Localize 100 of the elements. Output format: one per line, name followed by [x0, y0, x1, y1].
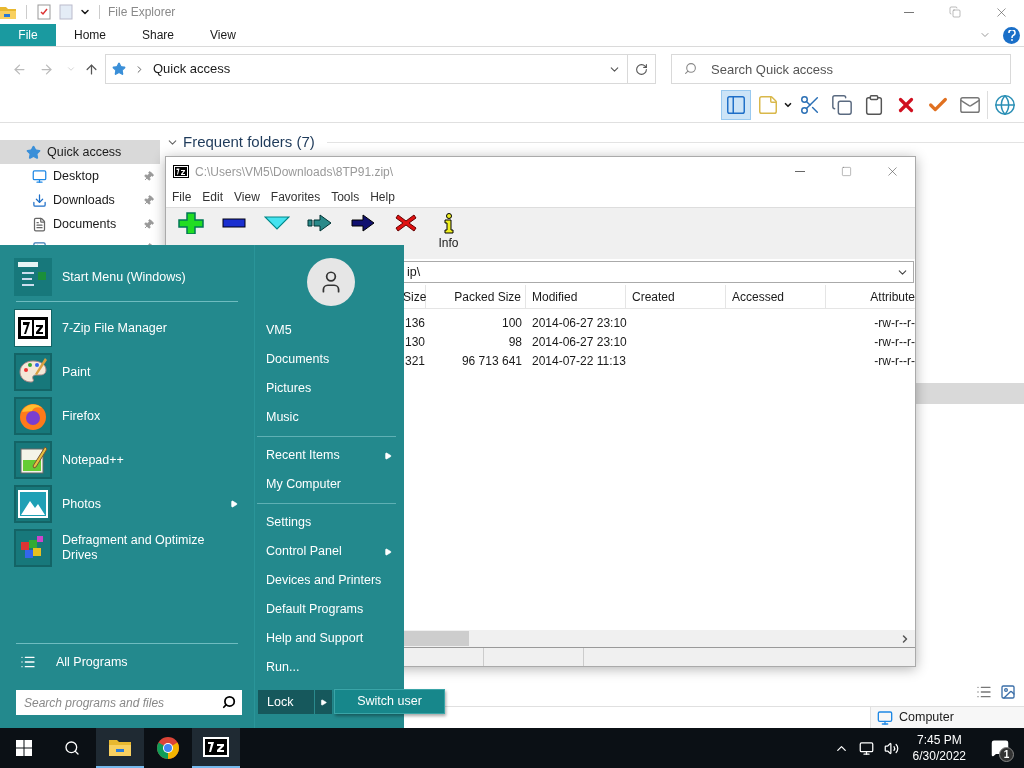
taskbar-app-button[interactable]	[192, 728, 240, 768]
properties-icon	[37, 4, 51, 20]
nav-item[interactable]: Downloads	[0, 188, 160, 212]
refresh-button[interactable]	[628, 54, 656, 84]
all-programs-item[interactable]: All Programs	[14, 652, 240, 672]
download-icon	[32, 192, 47, 208]
help-icon[interactable]	[1003, 26, 1020, 44]
menu-item[interactable]: Edit	[198, 187, 228, 206]
program-item[interactable]: Photos	[14, 485, 240, 523]
menu-link[interactable]: Documents	[257, 345, 396, 374]
start-menu-icon	[14, 258, 52, 296]
archive-icon	[173, 165, 189, 178]
archive-icon	[203, 737, 229, 757]
maximize-icon	[840, 166, 852, 177]
notification-badge: 1	[999, 747, 1014, 762]
thumbnail-view-icon[interactable]	[1000, 684, 1016, 700]
pane-icon	[725, 93, 747, 116]
table-cell-text: 130	[403, 333, 426, 351]
column-header[interactable]: Packed Size	[426, 285, 526, 308]
program-item[interactable]: Notepad++	[14, 441, 240, 479]
column-header[interactable]: Modified	[526, 285, 626, 308]
table-cell-text: 136	[403, 314, 426, 332]
menu-link[interactable]: Control Panel	[257, 537, 396, 566]
search-icon	[64, 740, 80, 756]
nav-item[interactable]: Documents	[0, 212, 160, 236]
search-field[interactable]: Search Quick access	[671, 54, 1011, 84]
windows-icon	[16, 740, 32, 756]
refresh-icon	[635, 62, 648, 76]
menu-item[interactable]: Favorites	[266, 187, 325, 206]
menu-item[interactable]: File	[168, 187, 196, 206]
menu-link[interactable]: Recent Items	[257, 441, 396, 470]
search-icon	[222, 695, 236, 709]
table-cell-text: 2014-06-27 23:10	[531, 333, 626, 351]
address-bar[interactable]: Quick access	[105, 54, 628, 84]
table-cell-text: -rw-r--r-	[873, 314, 915, 332]
arrow-icon	[320, 698, 327, 706]
new-folder-icon	[59, 4, 73, 20]
table-cell-text: 2014-06-27 23:10	[531, 314, 626, 332]
menu-link[interactable]: Help and Support	[257, 624, 396, 653]
browser-icon	[156, 736, 180, 760]
menu-item[interactable]: Tools	[327, 187, 364, 206]
folder-icon	[108, 737, 132, 757]
program-item[interactable]: Defragment and Optimize Drives	[14, 529, 240, 567]
column-header[interactable]: Created	[626, 285, 726, 308]
menu-link[interactable]: Settings	[257, 508, 396, 537]
ribbon-tab[interactable]: Share	[124, 24, 193, 46]
app-icon	[15, 310, 51, 346]
menu-link[interactable]: VM5	[257, 316, 396, 345]
power-options-button[interactable]	[314, 690, 332, 714]
table-cell-text: 2014-07-22 11:13	[531, 352, 626, 370]
up-icon[interactable]	[84, 61, 99, 77]
note-icon	[757, 93, 779, 116]
toolbar-button[interactable]: Info	[427, 212, 470, 252]
ribbon-tab[interactable]: Home	[56, 24, 124, 46]
program-item[interactable]: 7-Zip File Manager	[14, 309, 240, 347]
table-cell-text: 321	[403, 352, 426, 370]
column-header[interactable]: Attribute	[826, 285, 915, 308]
taskbar-app-button[interactable]	[96, 728, 144, 768]
menu-item[interactable]: Help	[366, 187, 399, 206]
table-cell-text: 98	[507, 333, 523, 351]
desktop-icon	[32, 168, 47, 184]
network-icon[interactable]	[858, 740, 874, 756]
star-icon	[26, 144, 41, 160]
clock-date[interactable]: 6/30/2022	[912, 748, 966, 764]
address-text: Quick access	[153, 60, 231, 79]
notepad-icon	[17, 444, 49, 476]
computer-icon	[877, 709, 893, 726]
window-title: C:\Users\VM5\Downloads\8TP91.zip\	[195, 163, 394, 181]
menu-link[interactable]: My Computer	[257, 470, 396, 499]
menu-item[interactable]: View	[230, 187, 264, 206]
menu-link[interactable]: Run...	[257, 653, 396, 682]
volume-icon[interactable]	[883, 740, 899, 756]
table-cell-text: 100	[500, 314, 523, 332]
menu-link[interactable]: Pictures	[257, 374, 396, 403]
details-view-icon[interactable]	[976, 684, 992, 700]
lock-button[interactable]: Lock	[258, 690, 314, 714]
program-item[interactable]: Paint	[14, 353, 240, 391]
search-field[interactable]: Search programs and files	[16, 690, 242, 715]
program-item[interactable]: Firefox	[14, 397, 240, 435]
table-cell-text: 96 713 641	[460, 352, 523, 370]
minimize-icon	[904, 11, 914, 13]
clock-time[interactable]: 7:45 PM	[916, 732, 962, 748]
switch-user-item[interactable]: Switch user	[334, 689, 445, 714]
search-icon	[684, 62, 697, 75]
nav-item[interactable]: Desktop	[0, 164, 160, 188]
menu-link[interactable]: Default Programs	[257, 595, 396, 624]
ribbon-tab[interactable]: View	[192, 24, 254, 46]
menu-link[interactable]: Devices and Printers	[257, 566, 396, 595]
nav-item[interactable]: Quick access	[0, 140, 160, 164]
star-icon	[112, 62, 126, 76]
copy-icon	[831, 93, 853, 116]
pane-button[interactable]	[721, 89, 751, 120]
column-header[interactable]: Accessed	[726, 285, 826, 308]
user-avatar[interactable]	[306, 258, 355, 306]
table-cell-text: -rw-r--r-	[873, 333, 915, 351]
notification-button[interactable]: 1	[980, 728, 1020, 768]
table-cell-text: -rw-r--r-	[873, 352, 915, 370]
folder-icon	[0, 5, 16, 19]
minimize-icon	[795, 171, 805, 172]
menu-link[interactable]: Music	[257, 403, 396, 432]
